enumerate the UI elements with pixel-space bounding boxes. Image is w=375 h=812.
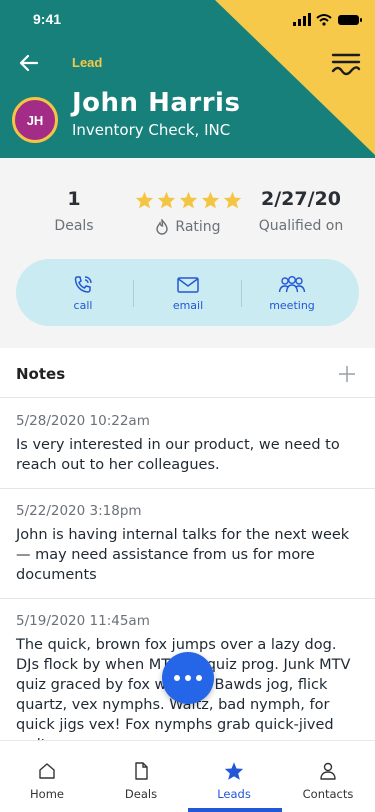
stat-deals[interactable]: 1 Deals xyxy=(40,188,108,234)
qualified-label: Qualified on xyxy=(258,218,344,234)
notes-header: Notes xyxy=(0,348,375,398)
tab-deals-label: Deals xyxy=(124,787,158,801)
status-bar: 9:41 xyxy=(0,0,375,44)
more-actions-fab[interactable] xyxy=(162,652,214,704)
note-date: 5/28/2020 10:22am xyxy=(16,413,150,429)
star-icon xyxy=(223,191,241,208)
star-icon xyxy=(179,191,197,208)
rating-label: Rating xyxy=(175,219,221,235)
meeting-label: meeting xyxy=(269,299,315,312)
note-text: Is very interested in our product, we ne… xyxy=(16,437,340,473)
call-label: call xyxy=(73,299,93,312)
email-label: email xyxy=(172,299,204,312)
section-label: Lead xyxy=(72,55,103,70)
more-dots-icon xyxy=(196,675,202,681)
plus-icon xyxy=(339,366,355,382)
more-dots-icon xyxy=(174,675,180,681)
note-text: John is having internal talks for the ne… xyxy=(16,527,350,583)
qualified-date: 2/27/20 xyxy=(261,188,341,210)
avatar: JH xyxy=(12,97,58,143)
stat-qualified[interactable]: 2/27/20 Qualified on xyxy=(255,188,347,234)
rating-stars xyxy=(132,188,244,211)
note-date: 5/19/2020 11:45am xyxy=(16,613,150,629)
tab-leads-label: Leads xyxy=(217,787,251,801)
deals-count: 1 xyxy=(67,188,81,210)
star-icon xyxy=(201,191,219,208)
bottom-tab-bar: Home Deals Leads Contacts xyxy=(0,740,375,812)
menu-icon[interactable] xyxy=(330,49,362,79)
phone-icon xyxy=(74,276,92,293)
active-tab-indicator xyxy=(188,808,282,812)
tab-deals[interactable]: Deals xyxy=(94,741,188,812)
stat-rating[interactable]: Rating xyxy=(132,188,244,235)
tab-leads[interactable]: Leads xyxy=(187,741,281,812)
meeting-button[interactable]: meeting xyxy=(237,259,347,326)
more-dots-icon xyxy=(185,675,191,681)
document-icon xyxy=(135,762,148,780)
home-icon xyxy=(39,763,55,779)
envelope-icon xyxy=(177,277,199,293)
star-icon xyxy=(224,762,244,780)
status-time: 9:41 xyxy=(33,11,62,27)
email-button[interactable]: email xyxy=(133,259,243,326)
tab-contacts[interactable]: Contacts xyxy=(281,741,375,812)
notes-title: Notes xyxy=(16,365,66,383)
note-item[interactable]: 5/22/2020 3:18pm John is having internal… xyxy=(0,489,375,599)
person-icon xyxy=(320,762,336,780)
people-icon xyxy=(278,276,306,293)
add-note-button[interactable] xyxy=(337,364,357,384)
tab-home[interactable]: Home xyxy=(0,741,94,812)
rating-label-row: Rating xyxy=(132,219,244,235)
lead-company: Inventory Check, INC xyxy=(72,121,231,139)
tab-home-label: Home xyxy=(30,787,64,801)
note-date: 5/22/2020 3:18pm xyxy=(16,503,142,519)
star-icon xyxy=(135,191,153,208)
stats-section: 1 Deals Rating 2/27/20 Qualified on call… xyxy=(0,158,375,348)
lead-header: 9:41 Lead JH John Harris Inventory Check… xyxy=(0,0,375,158)
status-icons xyxy=(293,13,362,26)
back-arrow-icon[interactable] xyxy=(16,50,42,76)
note-item[interactable]: 5/28/2020 10:22am Is very interested in … xyxy=(0,399,375,489)
quick-actions-bar: call email meeting xyxy=(16,259,359,326)
star-icon xyxy=(157,191,175,208)
call-button[interactable]: call xyxy=(28,259,138,326)
fire-icon xyxy=(156,219,169,235)
lead-name: John Harris xyxy=(72,88,241,118)
deals-label: Deals xyxy=(54,218,94,234)
tab-contacts-label: Contacts xyxy=(302,787,354,801)
